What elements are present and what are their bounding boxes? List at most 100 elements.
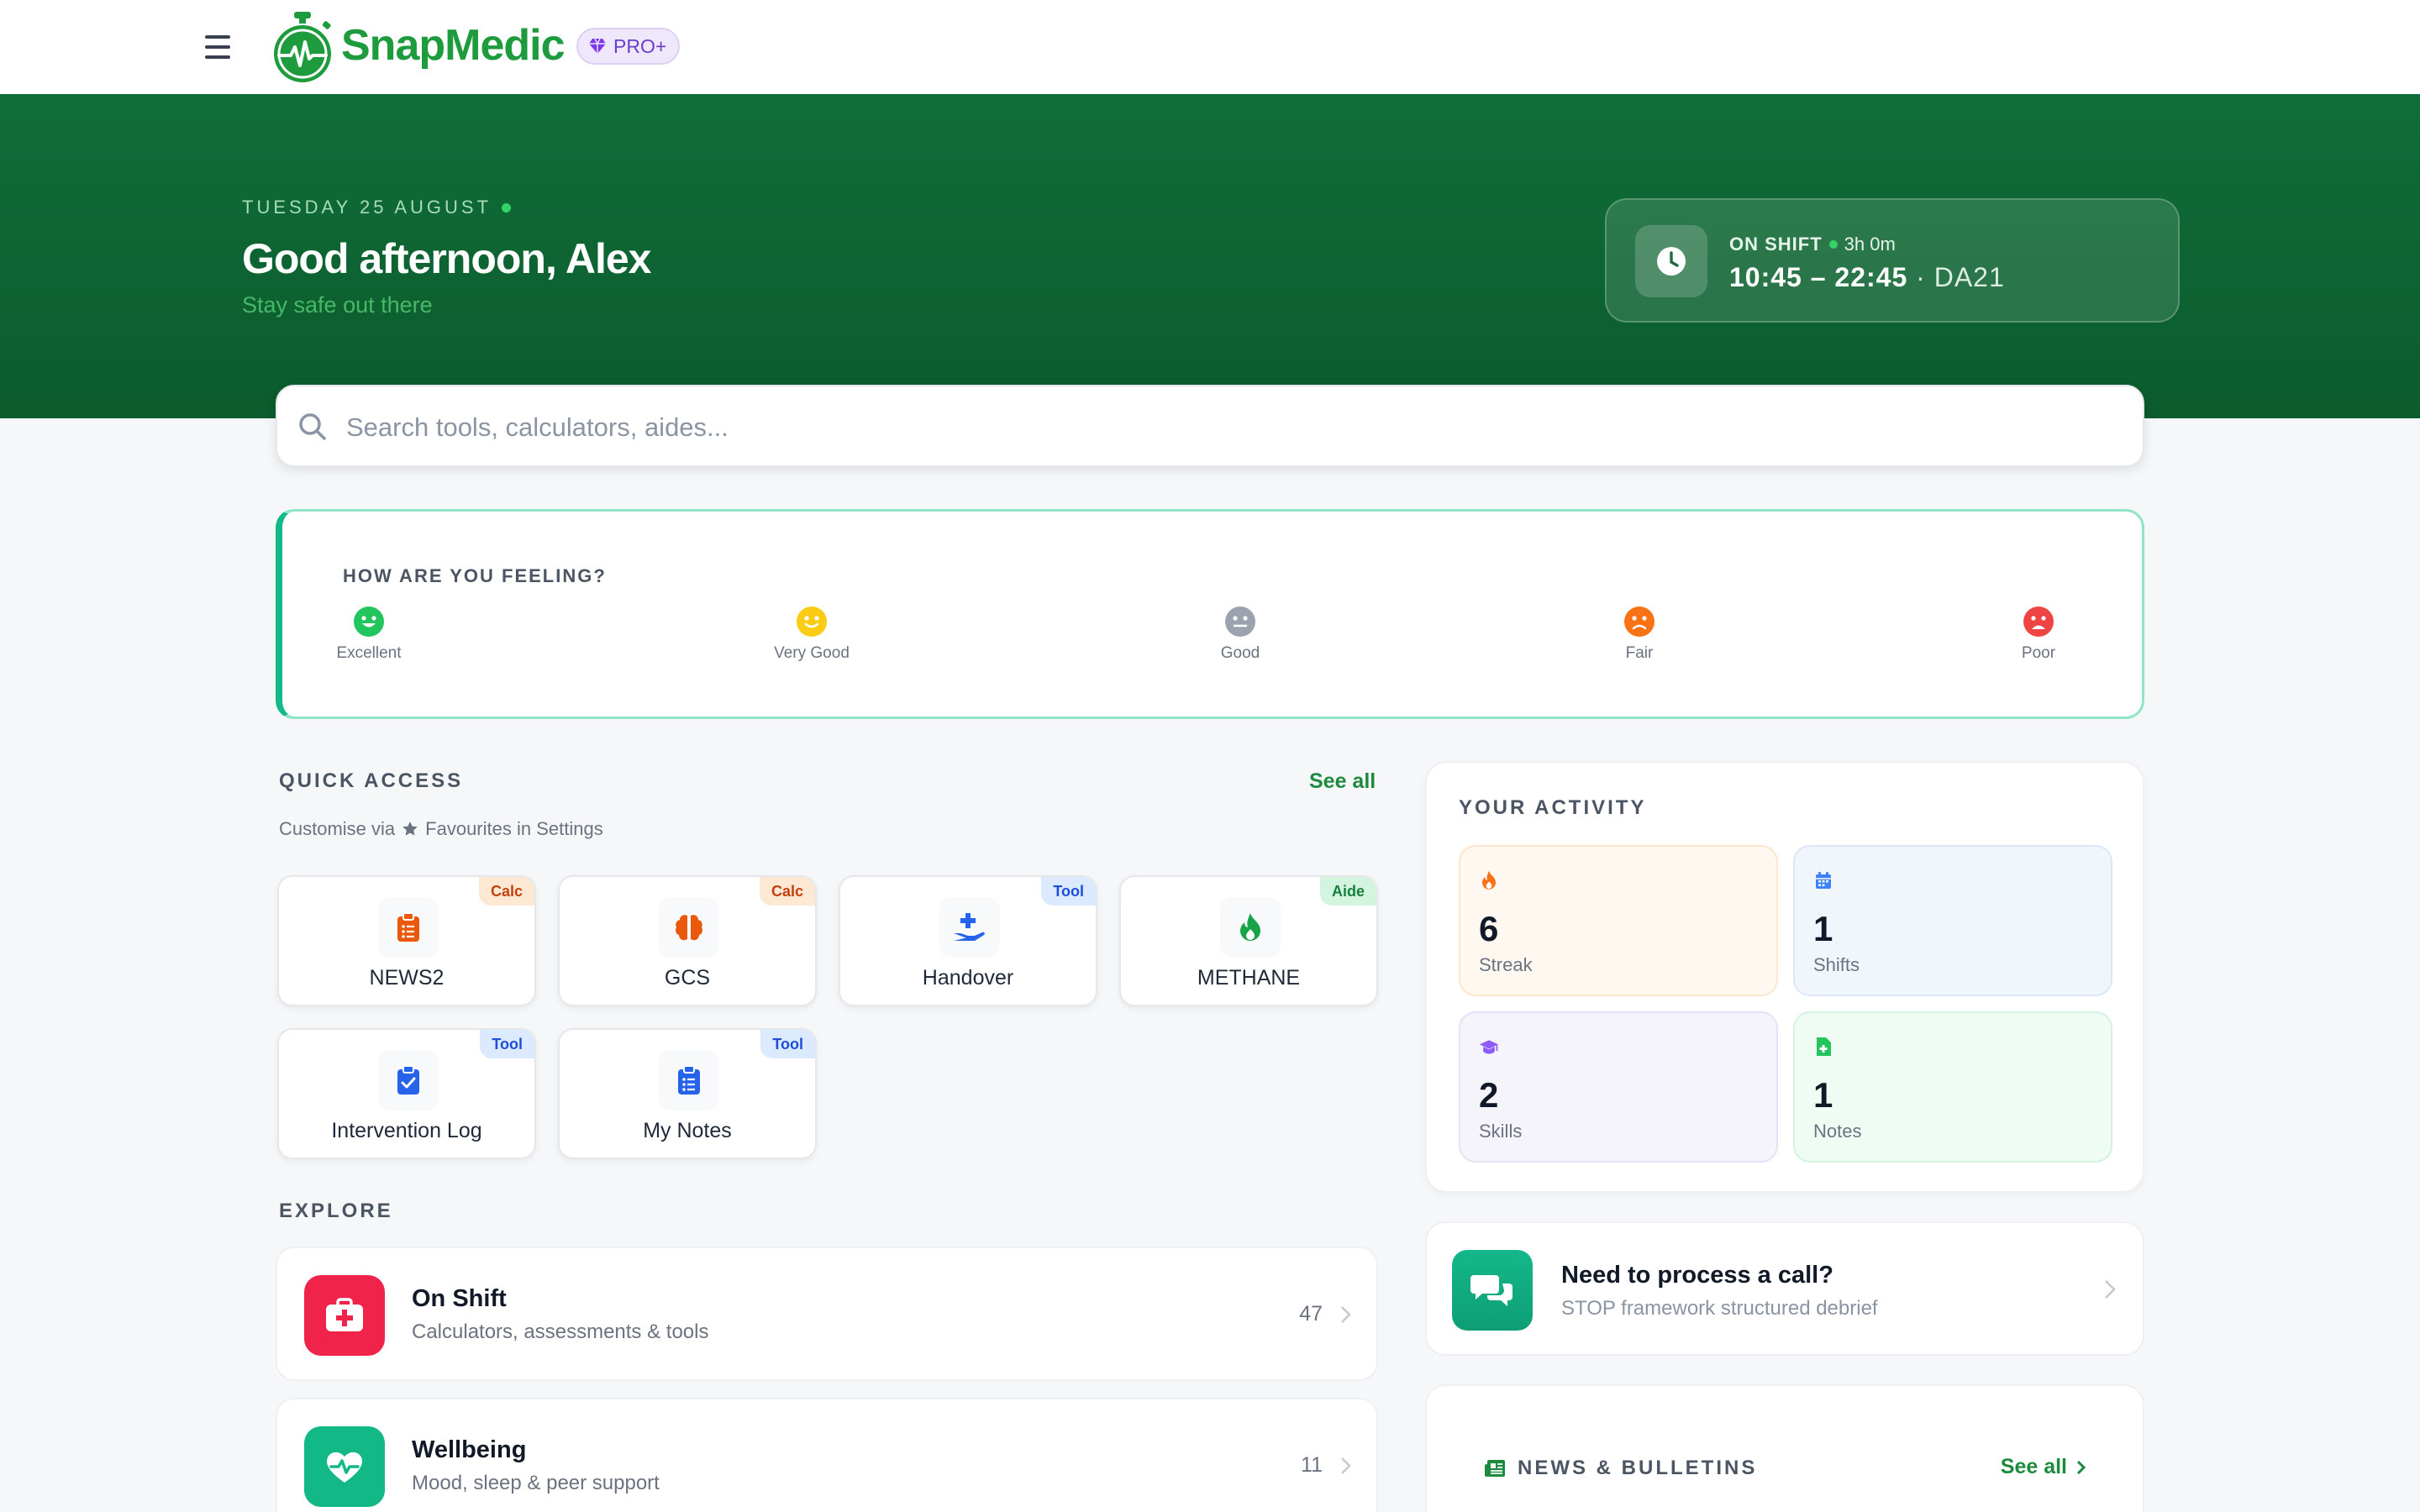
heart-pulse-icon	[304, 1426, 385, 1507]
tile-label: GCS	[664, 966, 711, 990]
quick-tile-news2[interactable]: Calc NEWS2	[277, 875, 536, 1006]
graduation-cap-icon	[1479, 1037, 1499, 1057]
activity-stat-streak[interactable]: 6 Streak	[1459, 845, 1778, 996]
greeting-subtitle: Stay safe out there	[242, 292, 433, 318]
brain-icon	[659, 897, 719, 958]
mood-label: Good	[1220, 644, 1260, 662]
greeting-heading: Good afternoon, Alex	[242, 235, 651, 282]
chevron-right-icon	[1341, 1306, 1351, 1323]
stat-value: 2	[1479, 1075, 1499, 1115]
explore-item-count: 11	[1301, 1453, 1323, 1477]
pro-plan-badge: PRO+	[576, 28, 681, 65]
clipboard-list-icon	[659, 1050, 719, 1110]
search-bar[interactable]	[276, 385, 2144, 467]
chevron-right-icon	[1341, 1457, 1351, 1474]
hamburger-menu-icon[interactable]	[205, 35, 230, 59]
file-medical-icon	[1813, 1037, 1833, 1057]
stat-value: 6	[1479, 909, 1499, 948]
process-call-card[interactable]: Need to process a call? STOP framework s…	[1425, 1221, 2144, 1356]
clock-icon	[1635, 225, 1707, 297]
stat-label: Shifts	[1813, 954, 1860, 975]
tile-label: METHANE	[1197, 966, 1301, 990]
tile-label: Intervention Log	[331, 1119, 482, 1142]
activity-stat-notes[interactable]: 1 Notes	[1793, 1011, 2112, 1163]
stat-label: Skills	[1479, 1121, 1523, 1142]
quick-tile-handover[interactable]: Tool Handover	[839, 875, 1097, 1006]
brand-name: SnapMedic	[341, 21, 565, 70]
gem-icon	[589, 38, 606, 54]
chevron-right-icon	[2105, 1280, 2116, 1299]
stat-label: Streak	[1479, 954, 1533, 975]
quick-tile-methane[interactable]: Aide METHANE	[1119, 875, 1378, 1006]
chat-bubbles-icon	[1452, 1250, 1533, 1331]
tile-label: NEWS2	[369, 966, 445, 990]
star-icon	[402, 822, 418, 836]
fire-icon	[1220, 897, 1281, 958]
mood-label: Very Good	[774, 644, 850, 662]
hand-holding-medical-icon	[939, 897, 1000, 958]
explore-title: EXPLORE	[279, 1200, 393, 1222]
quick-access-title: QUICK ACCESS	[279, 769, 464, 792]
activity-stat-shifts[interactable]: 1 Shifts	[1793, 845, 2112, 996]
clipboard-check-icon	[378, 1050, 439, 1110]
mood-option-excellent[interactable]: Excellent	[310, 606, 428, 663]
date-text: TUESDAY 25 AUGUST	[242, 197, 492, 218]
mood-option-fair[interactable]: Fair	[1581, 606, 1698, 663]
explore-item-count: 47	[1299, 1302, 1323, 1326]
stopwatch-logo-icon	[274, 12, 331, 82]
shift-status-card[interactable]: ON SHIFT 3h 0m 10:45 – 22:45 · DA21	[1605, 198, 2180, 323]
explore-item-title: Wellbeing	[412, 1436, 527, 1463]
shift-duration: 3h 0m	[1844, 234, 1896, 255]
hint-prefix: Customise via	[279, 818, 396, 839]
mood-face-icon	[1225, 606, 1255, 637]
first-aid-kit-icon	[304, 1275, 385, 1356]
stat-label: Notes	[1813, 1121, 1862, 1142]
hint-suffix: Favourites in Settings	[425, 818, 603, 839]
mood-question: HOW ARE YOU FEELING?	[343, 565, 607, 586]
mood-face-icon	[354, 606, 384, 637]
mood-option-poor[interactable]: Poor	[1980, 606, 2097, 663]
stat-value: 1	[1813, 909, 1833, 948]
pro-badge-label: PRO+	[613, 34, 667, 57]
stat-value: 1	[1813, 1075, 1833, 1115]
hero-date: TUESDAY 25 AUGUST	[242, 197, 512, 218]
clipboard-list-icon	[378, 897, 439, 958]
quick-access-hint: Customise via Favourites in Settings	[279, 818, 603, 840]
search-input[interactable]	[346, 407, 2111, 449]
tile-label: My Notes	[643, 1119, 732, 1142]
fire-icon	[1479, 870, 1499, 890]
tile-type-badge: Tool	[480, 1030, 534, 1058]
newspaper-icon	[1485, 1460, 1505, 1477]
mood-option-very-good[interactable]: Very Good	[753, 606, 871, 663]
activity-card: YOUR ACTIVITY 6 Streak 1 Shifts 2 Skills 1 Note…	[1425, 761, 2144, 1193]
explore-item-on-shift[interactable]: On Shift Calculators, assessments & tools…	[276, 1247, 1378, 1381]
mood-face-icon	[2023, 606, 2054, 637]
explore-item-desc: Mood, sleep & peer support	[412, 1472, 660, 1494]
shift-status-text: ON SHIFT	[1729, 234, 1823, 255]
process-call-desc: STOP framework structured debrief	[1561, 1297, 1878, 1320]
news-see-all-label: See all	[2000, 1455, 2067, 1478]
quick-tile-my-notes[interactable]: Tool My Notes	[558, 1028, 817, 1159]
shift-time: 10:45 – 22:45 · DA21	[1729, 262, 2005, 293]
tile-type-badge: Tool	[760, 1030, 815, 1058]
quick-tile-gcs[interactable]: Calc GCS	[558, 875, 817, 1006]
calendar-icon	[1813, 870, 1833, 890]
search-icon	[299, 413, 326, 440]
mood-label: Fair	[1625, 644, 1654, 662]
explore-item-wellbeing[interactable]: Wellbeing Mood, sleep & peer support 11	[276, 1398, 1378, 1512]
tile-type-badge: Calc	[759, 877, 815, 906]
mood-label: Excellent	[336, 644, 402, 662]
mood-face-icon	[1624, 606, 1655, 637]
news-see-all-link[interactable]: See all	[2001, 1455, 2087, 1479]
news-heading: NEWS & BULLETINS	[1484, 1457, 1757, 1480]
activity-title: YOUR ACTIVITY	[1459, 796, 1647, 819]
explore-item-title: On Shift	[412, 1285, 507, 1312]
quick-access-see-all-link[interactable]: See all	[1309, 769, 1376, 794]
mood-option-good[interactable]: Good	[1181, 606, 1299, 663]
quick-tile-intervention-log[interactable]: Tool Intervention Log	[277, 1028, 536, 1159]
mood-face-icon	[797, 606, 827, 637]
activity-stat-skills[interactable]: 2 Skills	[1459, 1011, 1778, 1163]
tile-label: Handover	[922, 966, 1014, 990]
process-call-title: Need to process a call?	[1561, 1262, 1833, 1289]
shift-unit: · DA21	[1916, 262, 2005, 292]
